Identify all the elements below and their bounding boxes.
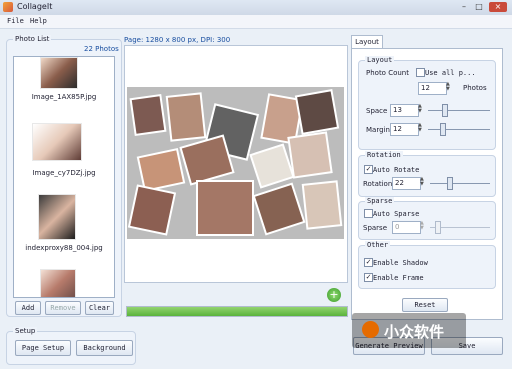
- margin-slider[interactable]: [428, 129, 490, 130]
- progress-fill: [127, 307, 347, 316]
- rotation-group: Rotation: [358, 151, 496, 197]
- space-spinner[interactable]: ▲ ▼: [418, 104, 424, 115]
- add-button[interactable]: Add: [15, 301, 41, 315]
- photo-count-label: 22 Photos: [84, 45, 119, 53]
- photo-caption: indexproxy88_004.jpg: [25, 244, 103, 252]
- rotation-legend: Rotation: [365, 151, 403, 159]
- close-button[interactable]: ×: [489, 2, 507, 12]
- margin-slider-handle[interactable]: [440, 123, 446, 136]
- photos-suffix: Photos: [463, 84, 487, 92]
- auto-rotate-label: Auto Rotate: [373, 166, 420, 174]
- enable-shadow-checkbox[interactable]: ✓: [364, 258, 373, 267]
- margin-input[interactable]: 12: [390, 123, 419, 136]
- progress-bar: [126, 306, 348, 317]
- sparse-spinner[interactable]: ▲ ▼: [420, 221, 426, 232]
- photo-list-scrollbar[interactable]: [114, 57, 115, 297]
- page-info-label: Page: 1280 x 800 px, DPI: 300: [124, 36, 231, 44]
- photo-caption: Image_1AX85P.jpg: [31, 93, 97, 101]
- minimize-button[interactable]: –: [458, 2, 470, 12]
- clear-button[interactable]: Clear: [85, 301, 114, 315]
- rotation-slider-handle[interactable]: [447, 177, 453, 190]
- enable-frame-label: Enable Frame: [373, 274, 424, 282]
- rotation-input[interactable]: 22: [392, 177, 421, 190]
- collage-preview[interactable]: [127, 87, 344, 239]
- window-title: CollageIt: [17, 2, 53, 11]
- space-slider-handle[interactable]: [442, 104, 448, 117]
- rotation-slider[interactable]: [430, 183, 490, 184]
- watermark-text: 小众软件: [384, 323, 445, 341]
- space-slider[interactable]: [428, 110, 490, 111]
- rotation-spinner[interactable]: ▲ ▼: [420, 177, 426, 188]
- photo-caption: Image_cy7DZj.jpg: [32, 169, 96, 177]
- auto-sparse-label: Auto Sparse: [373, 210, 420, 218]
- page-setup-button[interactable]: Page Setup: [15, 340, 71, 356]
- menu-help[interactable]: Help: [30, 17, 47, 25]
- space-label: Space: [366, 107, 388, 115]
- app-window: CollageIt – □ × File Help Photo List 22 …: [0, 0, 512, 369]
- enable-shadow-label: Enable Shadow: [373, 259, 428, 267]
- setup-legend: Setup: [13, 327, 38, 335]
- photo-thumbnail[interactable]: [40, 269, 76, 297]
- photo-count-input[interactable]: 12: [418, 82, 447, 95]
- collage-image: [127, 87, 344, 239]
- other-group: Other: [358, 241, 496, 289]
- maximize-button[interactable]: □: [473, 2, 485, 12]
- photo-count-field-label: Photo Count: [366, 69, 409, 77]
- enable-frame-checkbox[interactable]: ✓: [364, 273, 373, 282]
- menu-file[interactable]: File: [7, 17, 24, 25]
- margin-label: Margin: [366, 126, 390, 134]
- margin-spinner[interactable]: ▲ ▼: [418, 123, 424, 134]
- reset-button[interactable]: Reset: [402, 298, 448, 312]
- use-all-checkbox[interactable]: [416, 68, 425, 77]
- remove-button[interactable]: Remove: [45, 301, 81, 315]
- photo-list-legend: Photo List: [13, 35, 52, 43]
- photo-thumbnail[interactable]: [38, 194, 76, 240]
- sparse-legend: Sparse: [365, 197, 395, 205]
- sparse-label: Sparse: [363, 224, 388, 232]
- sparse-input[interactable]: 0: [392, 221, 421, 234]
- photo-thumbnail[interactable]: [32, 123, 82, 161]
- menu-bar: File Help: [0, 15, 512, 29]
- watermark: 小众软件: [352, 313, 466, 348]
- photo-count-spinner[interactable]: ▲ ▼: [446, 82, 452, 93]
- add-photo-icon[interactable]: +: [327, 288, 341, 302]
- other-legend: Other: [365, 241, 391, 249]
- rotation-label: Rotation: [363, 180, 393, 188]
- tab-layout[interactable]: Layout: [351, 35, 383, 49]
- watermark-logo-icon: [362, 321, 379, 338]
- layout-legend: Layout: [365, 56, 395, 64]
- auto-rotate-checkbox[interactable]: ✓: [364, 165, 373, 174]
- title-bar: CollageIt – □ ×: [0, 0, 512, 16]
- photo-thumbnail[interactable]: [40, 57, 78, 89]
- use-all-label: Use all p...: [425, 69, 476, 77]
- photo-list[interactable]: Image_1AX85P.jpg Image_cy7DZj.jpg indexp…: [13, 56, 115, 298]
- sparse-group: Sparse: [358, 197, 496, 240]
- space-input[interactable]: 13: [390, 104, 419, 117]
- background-button[interactable]: Background: [76, 340, 133, 356]
- sparse-slider-handle[interactable]: [435, 221, 441, 234]
- auto-sparse-checkbox[interactable]: [364, 209, 373, 218]
- app-logo-icon: [3, 2, 13, 12]
